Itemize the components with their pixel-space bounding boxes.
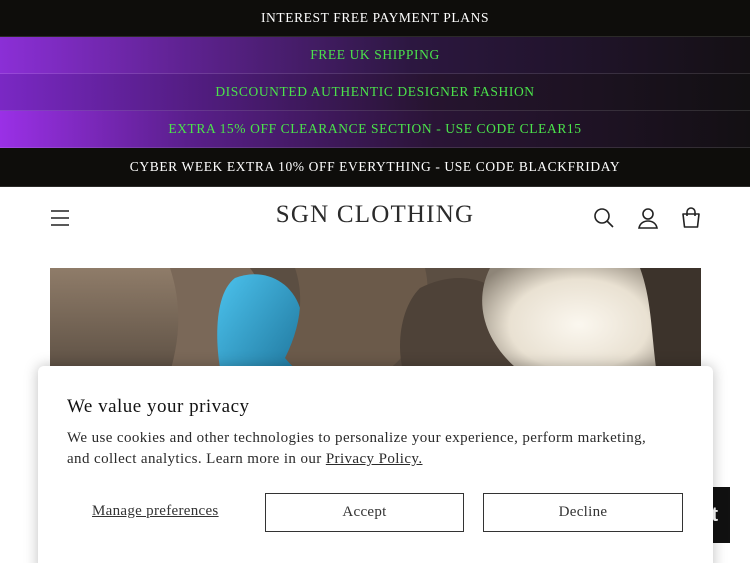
consent-title: We value your privacy [67, 396, 250, 417]
menu-icon[interactable] [49, 207, 71, 229]
decline-button[interactable]: Decline [483, 493, 683, 532]
announcement-text: CYBER WEEK EXTRA 10% OFF EVERYTHING - US… [129, 159, 621, 174]
search-icon[interactable] [592, 206, 616, 230]
announcement-bar-shipping: FREE UK SHIPPING [0, 37, 750, 74]
announcement-bar-payment-plans: INTEREST FREE PAYMENT PLANS [0, 0, 750, 37]
announcement-text: DISCOUNTED AUTHENTIC DESIGNER FASHION [215, 84, 535, 99]
brand-name[interactable]: SGN CLOTHING [276, 201, 474, 228]
site-header: SGN CLOTHING [0, 187, 750, 249]
account-icon[interactable] [636, 206, 660, 230]
manage-preferences-link[interactable]: Manage preferences [92, 503, 219, 520]
announcement-bar-designer: DISCOUNTED AUTHENTIC DESIGNER FASHION [0, 74, 750, 111]
accept-button[interactable]: Accept [265, 493, 464, 532]
consent-body: We use cookies and other technologies to… [67, 428, 667, 470]
announcement-text: EXTRA 15% OFF CLEARANCE SECTION - USE CO… [168, 121, 582, 136]
announcement-text: FREE UK SHIPPING [310, 47, 440, 62]
cart-icon[interactable] [679, 206, 703, 230]
announcement-text: INTEREST FREE PAYMENT PLANS [260, 10, 490, 25]
privacy-policy-link[interactable]: Privacy Policy. [326, 451, 423, 467]
cookie-consent-dialog: We value your privacy We use cookies and… [38, 366, 713, 563]
announcement-bar-clearance: EXTRA 15% OFF CLEARANCE SECTION - USE CO… [0, 111, 750, 148]
announcement-bar-cyber-week: CYBER WEEK EXTRA 10% OFF EVERYTHING - US… [0, 148, 750, 187]
